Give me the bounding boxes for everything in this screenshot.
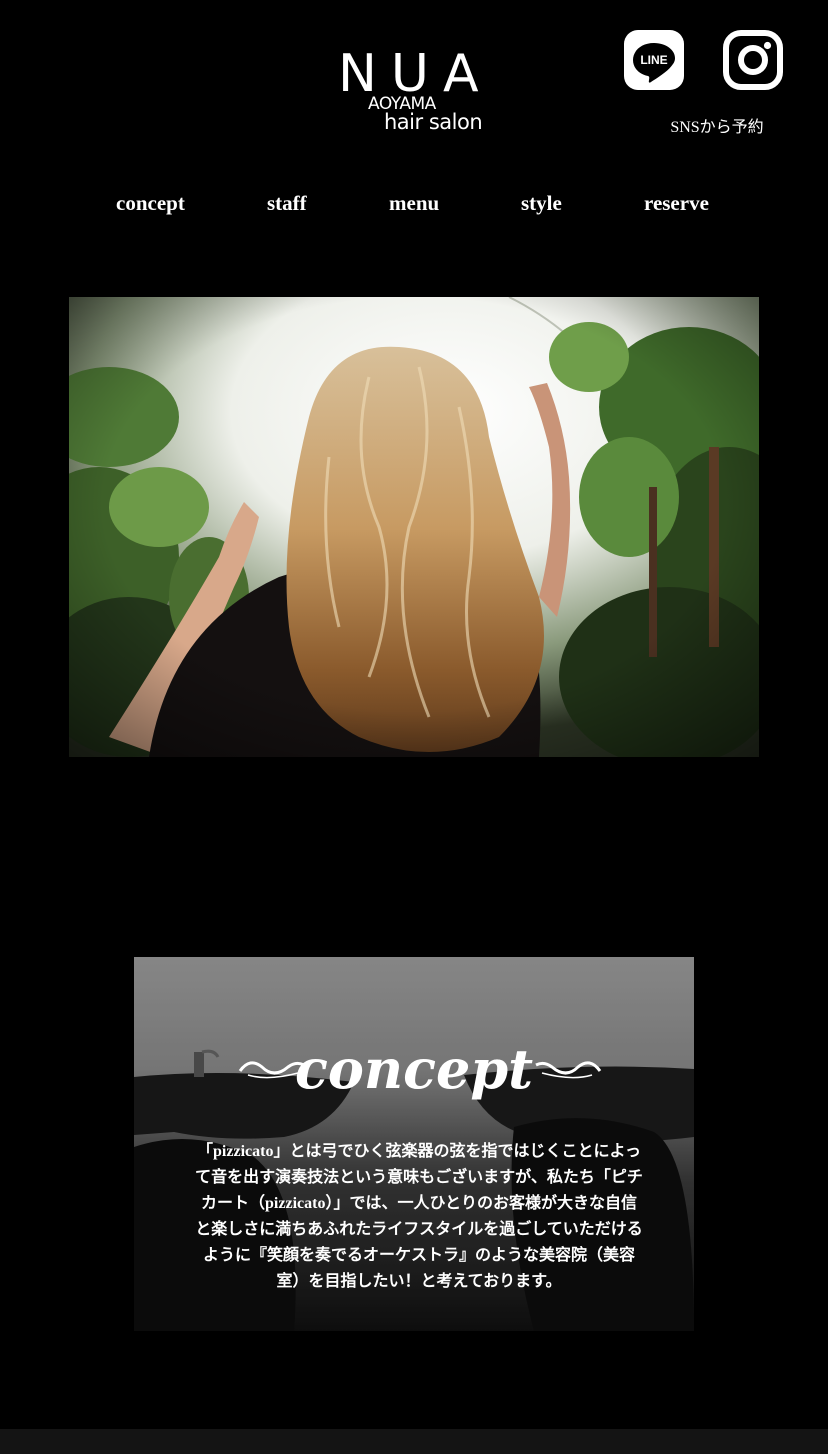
nav-item-reserve[interactable]: reserve [644,186,709,220]
main-nav: concept staff menu style reserve [0,186,828,220]
line-icon[interactable]: LINE [624,30,684,90]
footer-strip [0,1429,828,1454]
concept-body: 「pizzicato」とは弓でひく弦楽器の弦を指ではじくことによって音を出す演奏… [195,1143,643,1290]
line-icon-graphic: LINE [633,43,675,83]
nav-item-menu[interactable]: menu [389,186,439,220]
instagram-icon[interactable] [723,30,783,90]
line-icon-text: LINE [640,53,667,67]
logo-wordmark: NUA [338,44,493,104]
nav-item-staff[interactable]: staff [267,186,307,220]
concept-title: concept [294,1037,534,1101]
nav-item-concept[interactable]: concept [116,186,185,220]
site-logo[interactable]: NUA AOYAMA hair salon [338,48,508,138]
instagram-icon-graphic [723,30,783,90]
hero-illustration [69,297,759,757]
hero-image [69,297,759,757]
logo-tagline: hair salon [384,110,483,134]
sns-reserve-label: SNSから予約 [670,119,764,136]
nav-item-style[interactable]: style [521,186,562,220]
concept-section: concept 「pizzicato」とは弓でひく弦楽器の弦を指ではじくことによ… [134,957,694,1331]
